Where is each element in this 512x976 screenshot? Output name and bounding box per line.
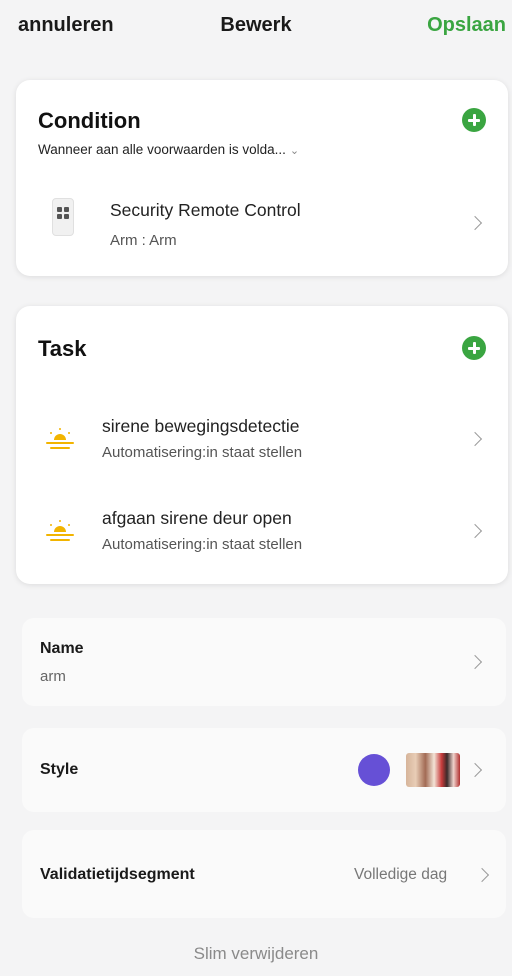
add-condition-button[interactable] xyxy=(462,108,486,132)
add-task-button[interactable] xyxy=(462,336,486,360)
remote-control-icon xyxy=(52,198,74,236)
validation-time-setting[interactable]: Validatietijdsegment Volledige dag xyxy=(22,830,506,918)
delete-scene-button[interactable]: Slim verwijderen xyxy=(0,944,512,964)
task-item[interactable]: sirene bewegingsdetectie Automatisering:… xyxy=(16,406,508,474)
validation-value: Volledige dag xyxy=(354,866,448,883)
task-item-label: sirene bewegingsdetectie xyxy=(102,416,300,436)
name-value: arm xyxy=(40,668,66,685)
validation-label: Validatietijdsegment xyxy=(40,866,195,883)
chevron-down-icon: ⌄ xyxy=(289,145,300,157)
save-button[interactable]: Opslaan xyxy=(427,14,506,37)
condition-card: Condition Wanneer aan alle voorwaarden i… xyxy=(16,80,508,276)
condition-item-label: Security Remote Control xyxy=(110,200,301,220)
chevron-right-icon xyxy=(467,523,483,539)
name-label: Name xyxy=(40,640,84,657)
condition-item-detail: Arm : Arm xyxy=(110,232,177,249)
chevron-right-icon xyxy=(474,867,490,883)
sunrise-icon xyxy=(46,428,74,450)
style-setting[interactable]: Style xyxy=(22,728,506,812)
top-bar: annuleren Bewerk Opslaan xyxy=(0,0,512,52)
task-item-label: afgaan sirene deur open xyxy=(102,508,292,528)
sunrise-icon xyxy=(46,520,74,542)
condition-match-label: Wanneer aan alle voorwaarden is volda... xyxy=(38,142,286,157)
name-setting[interactable]: Name arm xyxy=(22,618,506,706)
task-item-detail: Automatisering:in staat stellen xyxy=(102,536,303,553)
chevron-right-icon xyxy=(467,654,483,670)
chevron-right-icon xyxy=(467,762,483,778)
task-title: Task xyxy=(38,336,87,361)
condition-match-selector[interactable]: Wanneer aan alle voorwaarden is volda...… xyxy=(38,142,299,157)
task-item[interactable]: afgaan sirene deur open Automatisering:i… xyxy=(16,498,508,566)
chevron-right-icon xyxy=(467,431,483,447)
style-color-swatch xyxy=(358,754,390,786)
condition-item[interactable]: Security Remote Control Arm : Arm xyxy=(16,186,508,260)
chevron-right-icon xyxy=(467,215,483,231)
style-image-thumbnail xyxy=(406,753,460,787)
task-item-detail: Automatisering:in staat stellen xyxy=(102,444,303,461)
task-card: Task sirene bewegingsdetectie Automatise… xyxy=(16,306,508,584)
style-label: Style xyxy=(40,761,79,778)
condition-title: Condition xyxy=(38,108,141,133)
